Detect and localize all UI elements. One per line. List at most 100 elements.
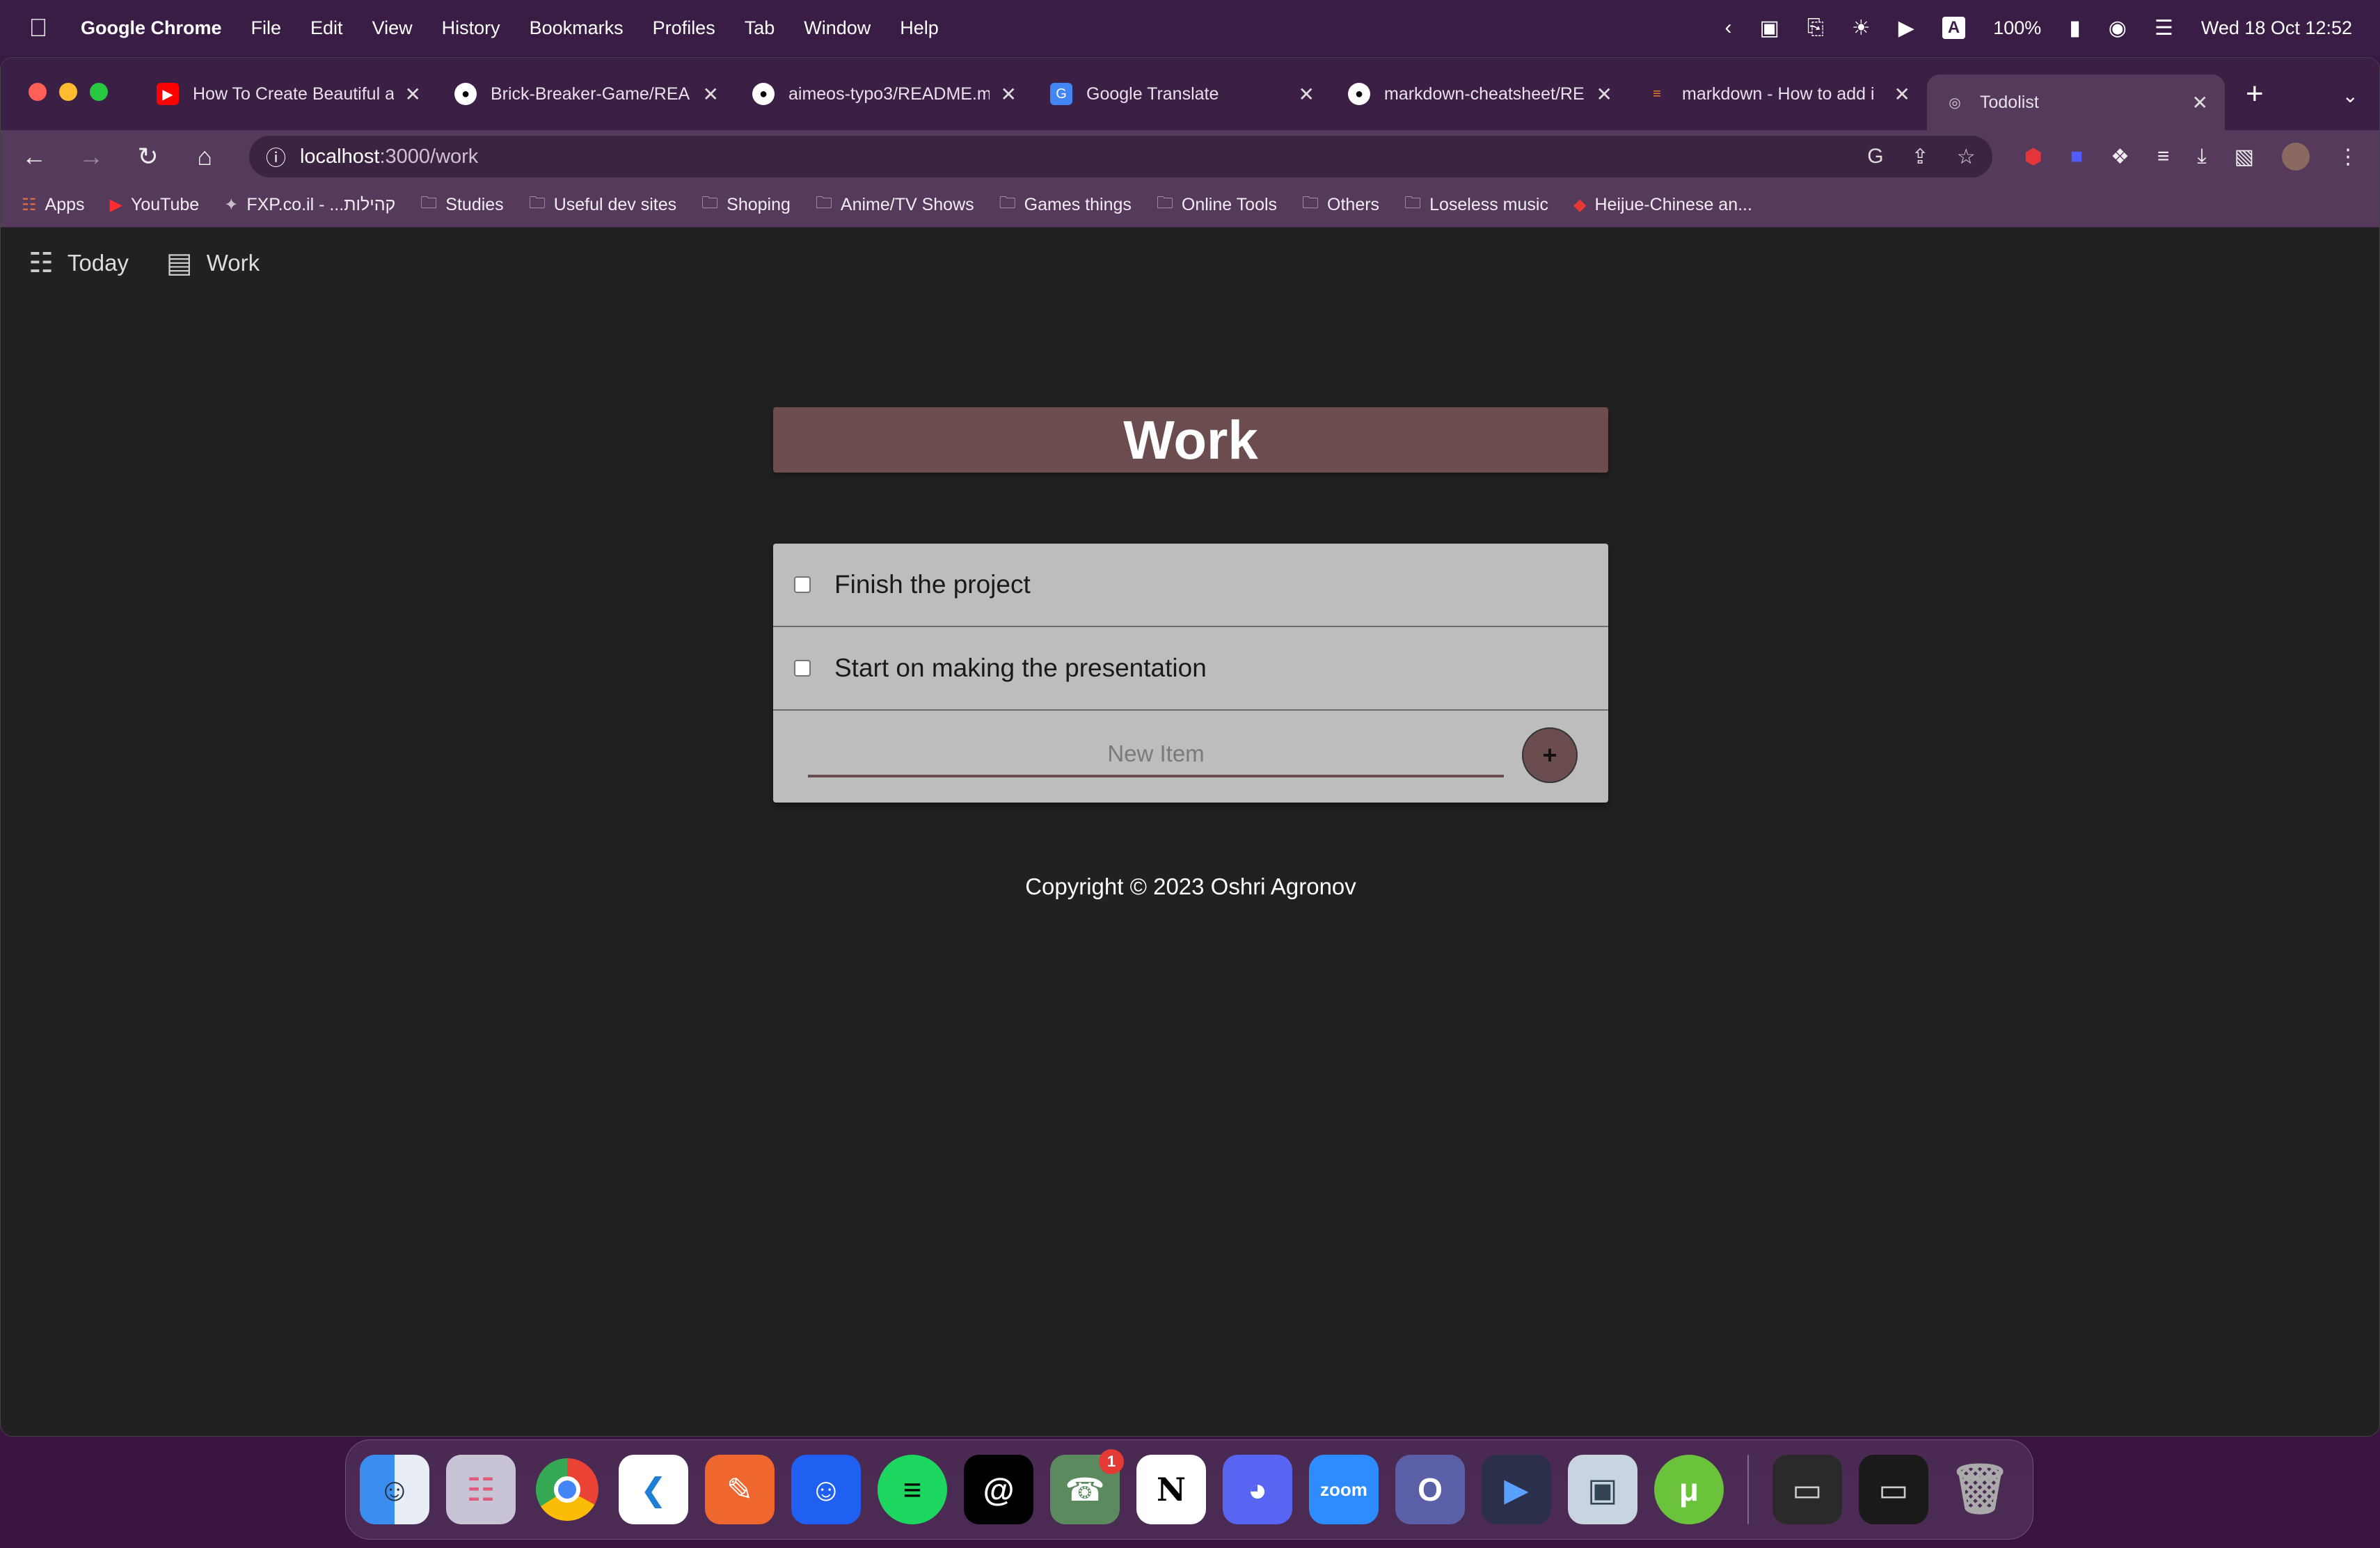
menubar-clock[interactable]: Wed 18 Oct 12:52	[2201, 17, 2352, 39]
nav-link-work[interactable]: ▤ Work	[166, 247, 260, 279]
bookmark-online-tools[interactable]: 🗀 Online Tools	[1157, 191, 1277, 219]
site-info-icon[interactable]: ⓘ	[266, 142, 286, 171]
close-tab-icon[interactable]: ✕	[1894, 83, 1910, 106]
zoom-icon[interactable]: zoom	[1309, 1455, 1379, 1524]
chrome-menu-icon[interactable]: ⋮	[2338, 145, 2358, 169]
launchpad-icon[interactable]: ☷	[446, 1455, 516, 1524]
menu-app-name[interactable]: Google Chrome	[81, 17, 222, 39]
discord-icon[interactable]: ◕	[1223, 1455, 1292, 1524]
forward-arrow-icon[interactable]: →	[79, 142, 104, 171]
zoom-window-button[interactable]	[90, 83, 108, 101]
nav-link-label: Work	[206, 250, 260, 276]
minimize-window-button[interactable]	[59, 83, 77, 101]
close-window-button[interactable]	[29, 83, 47, 101]
menu-help[interactable]: Help	[900, 17, 939, 39]
close-tab-icon[interactable]: ✕	[1001, 83, 1017, 106]
menu-edit[interactable]: Edit	[310, 17, 343, 39]
bookmark-youtube[interactable]: ▶ YouTube	[110, 195, 200, 215]
tab-google-translate[interactable]: G Google Translate ✕	[1033, 70, 1331, 118]
close-tab-icon[interactable]: ✕	[1596, 83, 1612, 106]
notion-icon[interactable]: N	[1136, 1455, 1206, 1524]
paperclip-icon[interactable]: ⎘	[1807, 16, 1824, 40]
pen-app-icon[interactable]: ✎	[705, 1455, 775, 1524]
tab-todolist[interactable]: ◎ Todolist ✕	[1927, 74, 2225, 130]
close-tab-icon[interactable]: ✕	[1299, 83, 1315, 106]
input-source-icon[interactable]: A	[1942, 17, 1966, 39]
nav-link-today[interactable]: ☷ Today	[29, 247, 129, 279]
add-item-button[interactable]: +	[1522, 727, 1578, 783]
terminal-window-icon[interactable]: ▭	[1772, 1455, 1842, 1524]
chrome-icon[interactable]	[532, 1455, 602, 1524]
bookmark-useful-dev-sites[interactable]: 🗀 Useful dev sites	[529, 191, 676, 219]
player-icon[interactable]: ▶	[1482, 1455, 1551, 1524]
tab-brick-breaker[interactable]: ● Brick-Breaker-Game/REA ✕	[438, 70, 736, 118]
omnibox-actions: G ⇪ ☆	[1867, 145, 1975, 169]
bookmark-label: Apps	[45, 195, 85, 214]
bookmark-heijue[interactable]: ◆ Heijue-Chinese an...	[1573, 195, 1752, 215]
bookmark-star-icon[interactable]: ☆	[1957, 145, 1976, 169]
close-tab-icon[interactable]: ✕	[405, 83, 421, 106]
address-url[interactable]: localhost:3000/work	[300, 145, 478, 168]
profile-avatar[interactable]	[2281, 143, 2310, 171]
menu-history[interactable]: History	[442, 17, 500, 39]
address-bar[interactable]: ⓘ localhost:3000/work G ⇪ ☆	[248, 136, 1992, 177]
whatsapp-icon[interactable]: ☎ 1	[1050, 1449, 1124, 1524]
battery-icon[interactable]: ▮	[2069, 16, 2081, 40]
bookmark-label: Anime/TV Shows	[840, 195, 974, 214]
back-arrow-icon[interactable]: ←	[22, 142, 47, 171]
tab-stackoverflow[interactable]: ≡ markdown - How to add i ✕	[1629, 70, 1927, 118]
spotify-icon[interactable]: ≡	[878, 1455, 947, 1524]
trash-icon[interactable]: 🗑	[1945, 1455, 2015, 1524]
bookmark-fxp[interactable]: ✦ FXP.co.il - ...קהילות	[224, 195, 395, 215]
todo-checkbox[interactable]	[794, 576, 811, 593]
extensions-puzzle-icon[interactable]: ❖	[2111, 145, 2129, 169]
side-panel-icon[interactable]: ▧	[2235, 145, 2254, 169]
face-app-icon[interactable]: ☺	[791, 1455, 861, 1524]
menu-view[interactable]: View	[372, 17, 413, 39]
bookmark-studies[interactable]: 🗀 Studies	[420, 191, 503, 219]
close-tab-icon[interactable]: ✕	[2192, 91, 2208, 114]
close-tab-icon[interactable]: ✕	[703, 83, 719, 106]
new-item-input[interactable]	[808, 733, 1504, 777]
bookmark-others[interactable]: 🗀 Others	[1302, 191, 1379, 219]
vscode-icon[interactable]: ❮	[619, 1455, 688, 1524]
download-icon[interactable]: ⤓	[2197, 145, 2206, 168]
chevron-left-icon[interactable]: ‹	[1725, 16, 1732, 40]
extension-face-icon[interactable]: ■	[2070, 145, 2083, 168]
apple-logo-icon[interactable]: 	[28, 13, 49, 42]
tab-aimeos[interactable]: ● aimeos-typo3/README.m ✕	[736, 70, 1033, 118]
bookmark-games-things[interactable]: 🗀 Games things	[999, 191, 1132, 219]
control-center-icon[interactable]: ☰	[2155, 16, 2173, 40]
home-icon[interactable]: ⌂	[192, 142, 216, 171]
tab-search-chevron-icon[interactable]: ⌄	[2342, 84, 2358, 107]
share-icon[interactable]: ⇪	[1912, 145, 1929, 169]
bookmark-apps[interactable]: ☷ Apps	[22, 195, 85, 215]
preview-icon[interactable]: ▣	[1568, 1455, 1637, 1524]
reload-icon[interactable]: ↻	[136, 142, 160, 171]
screen-record-icon[interactable]: ▣	[1760, 16, 1779, 40]
adblock-extension-icon[interactable]: ⬢	[2024, 145, 2042, 169]
tab-markdown-cheatsheet[interactable]: ● markdown-cheatsheet/RE ✕	[1331, 70, 1629, 118]
new-tab-icon[interactable]: +	[2246, 77, 2264, 111]
bookmark-anime-tv[interactable]: 🗀 Anime/TV Shows	[816, 191, 974, 219]
threads-icon[interactable]: @	[964, 1455, 1033, 1524]
brightness-icon[interactable]: ☀	[1852, 16, 1871, 40]
outlook-icon[interactable]: O	[1395, 1455, 1465, 1524]
media-control-icon[interactable]: ≡	[2157, 145, 2170, 168]
bookmark-shoping[interactable]: 🗀 Shoping	[701, 191, 791, 219]
finder-icon[interactable]: ☺	[360, 1455, 429, 1524]
bookmark-loseless-music[interactable]: 🗀 Loseless music	[1404, 191, 1548, 219]
menu-bookmarks[interactable]: Bookmarks	[530, 17, 624, 39]
menu-file[interactable]: File	[251, 17, 282, 39]
menu-profiles[interactable]: Profiles	[653, 17, 715, 39]
menu-window[interactable]: Window	[804, 17, 871, 39]
todo-checkbox[interactable]	[794, 660, 811, 677]
github-icon: ●	[1348, 83, 1370, 105]
menu-tab[interactable]: Tab	[745, 17, 775, 39]
wifi-icon[interactable]: ◉	[2109, 16, 2127, 40]
tab-youtube[interactable]: ▶ How To Create Beautiful a ✕	[140, 70, 438, 118]
chrome-window-thumbnail-icon[interactable]: ▭	[1859, 1455, 1928, 1524]
google-lens-icon[interactable]: G	[1867, 145, 1883, 169]
utorrent-icon[interactable]: μ	[1654, 1455, 1724, 1524]
play-circle-icon[interactable]: ▶	[1898, 16, 1914, 40]
